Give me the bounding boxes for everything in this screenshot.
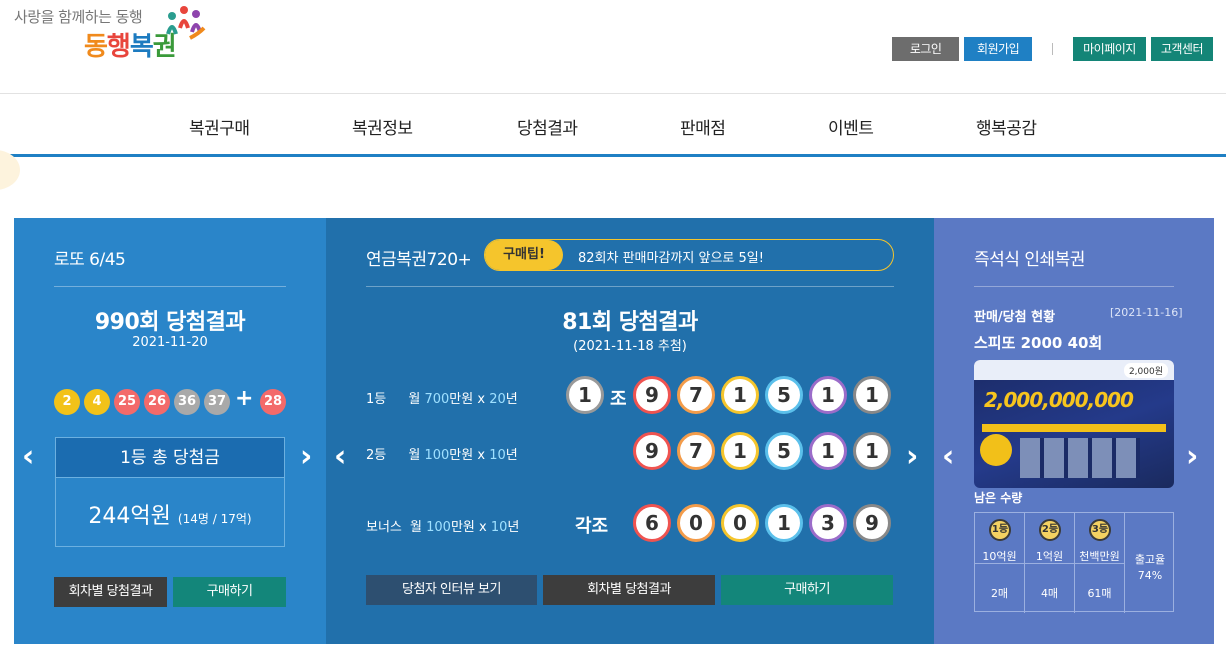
prize-box: 1등 총 당첨금 244억원 (14명 / 17억) [55, 437, 285, 547]
pension-panel: 연금복권720+ 구매팁! 82회차 판매마감까지 앞으로 5일! 81회 당첨… [326, 218, 934, 644]
prize-amount: 244억원 [88, 504, 171, 529]
pension-ball: 1 [809, 432, 847, 470]
ticket-image[interactable]: 2,000원 2,000,000,000 [974, 360, 1174, 488]
lotto-results-button[interactable]: 회차별 당첨결과 [54, 577, 167, 607]
lotto-ball: 37 [204, 389, 230, 415]
rank-row-bonus: 보너스 월 100만원 x 10년 [366, 520, 520, 535]
prize-value: 244억원 (14명 / 17억) [56, 478, 284, 530]
pension-ball: 3 [809, 504, 847, 542]
next-arrow-icon[interactable]: › [300, 442, 312, 472]
prev-arrow-icon[interactable]: ‹ [334, 442, 346, 472]
top-utility-menu: 로그인 회원가입 마이페이지 고객센터 [892, 37, 1213, 61]
pension-ball: 9 [633, 432, 671, 470]
draw-date: (2021-11-18 추첨) [573, 339, 687, 354]
pension-results-button[interactable]: 회차별 당첨결과 [543, 575, 715, 605]
remaining-label: 남은 수량 [974, 491, 1023, 505]
tip-label: 구매팁! [485, 240, 563, 270]
panel-title: 연금복권720+ [366, 250, 472, 270]
prize-col-3: 3등 천백만원 61매 [1075, 513, 1125, 613]
purchase-tip: 구매팁! 82회차 판매마감까지 앞으로 5일! [484, 239, 894, 271]
bonus-ball: 28 [260, 389, 286, 415]
nav-results[interactable]: 당첨결과 [517, 114, 578, 139]
lotto-buy-button[interactable]: 구매하기 [173, 577, 286, 607]
nav-events[interactable]: 이벤트 [828, 114, 874, 139]
pension-ball: 9 [853, 504, 891, 542]
pension-ball: 1 [853, 376, 891, 414]
release-label: 출고율 [1134, 553, 1166, 566]
nav-buy[interactable]: 복권구매 [189, 114, 250, 139]
divider [974, 286, 1174, 287]
pension-ball: 1 [809, 376, 847, 414]
login-button[interactable]: 로그인 [892, 37, 960, 61]
group-label: 조 [610, 389, 627, 410]
pension-ball: 9 [633, 376, 671, 414]
instant-panel: 즉석식 인쇄복권 판매/당첨 현황 [2021-11-16] 스피또 2000 … [934, 218, 1214, 644]
rank-row-2: 2등 월 100만원 x 10년 [366, 448, 518, 463]
pension-ball: 5 [765, 432, 803, 470]
lotto-ball: 4 [84, 389, 110, 415]
rank-row-1: 1등 월 700만원 x 20년 [366, 392, 518, 407]
pension-ball: 0 [677, 504, 715, 542]
remaining-table: 1등 10억원 2매 2등 1억원 4매 3등 천백만원 61매 출고율 74% [974, 512, 1174, 613]
lotto-ball: 36 [174, 389, 200, 415]
pension-ball: 1 [765, 504, 803, 542]
medal-3-icon: 3등 [1089, 519, 1111, 541]
main-nav: 복권구매 복권정보 당첨결과 판매점 이벤트 행복공감 [0, 93, 1226, 157]
prev-arrow-icon[interactable]: ‹ [942, 442, 954, 472]
tip-text: 82회차 판매마감까지 앞으로 5일! [578, 251, 764, 266]
divider [366, 286, 894, 287]
pension-ball: 7 [677, 376, 715, 414]
status-date: [2021-11-16] [1110, 306, 1183, 319]
release-rate: 74% [1137, 569, 1163, 582]
pension-ball: 0 [721, 504, 759, 542]
lotto-ball: 25 [114, 389, 140, 415]
pension-ball: 6 [633, 504, 671, 542]
ticket-price: 2,000원 [1123, 363, 1168, 378]
group-ball: 1 [566, 376, 604, 414]
panel-title: 즉석식 인쇄복권 [974, 250, 1085, 270]
round-title: 81회 당첨결과 [562, 310, 698, 335]
medal-2-icon: 2등 [1039, 519, 1061, 541]
prize-label: 1등 총 당첨금 [56, 438, 284, 478]
prize-col-2: 2등 1억원 4매 [1025, 513, 1075, 613]
pension-ball: 1 [721, 376, 759, 414]
pension-ball: 1 [721, 432, 759, 470]
medal-1-icon: 1등 [989, 519, 1011, 541]
join-button[interactable]: 회원가입 [964, 37, 1033, 61]
lotto-ball: 26 [144, 389, 170, 415]
divider [1052, 43, 1054, 55]
bonus-prefix: 각조 [575, 516, 609, 537]
lotto-ball: 2 [54, 389, 80, 415]
divider [54, 286, 286, 287]
nav-happiness[interactable]: 행복공감 [976, 114, 1037, 139]
pension-ball: 1 [853, 432, 891, 470]
plus-sign: + [235, 386, 254, 411]
tagline: 사랑을 함께하는 동행 [14, 8, 143, 26]
nav-info[interactable]: 복권정보 [352, 114, 413, 139]
panel-title: 로또 6/45 [54, 250, 126, 270]
site-header: 사랑을 함께하는 동행 동행복권 로그인 회원가입 마이페이지 고객센터 [0, 0, 1226, 93]
pension-buy-button[interactable]: 구매하기 [721, 575, 893, 605]
draw-date: 2021-11-20 [132, 335, 208, 350]
round-title: 990회 당첨결과 [94, 310, 246, 335]
status-label: 판매/당첨 현황 [974, 310, 1056, 325]
mypage-button[interactable]: 마이페이지 [1073, 37, 1146, 61]
pension-ball: 7 [677, 432, 715, 470]
interview-button[interactable]: 당첨자 인터뷰 보기 [366, 575, 537, 605]
prize-col-1: 1등 10억원 2매 [975, 513, 1025, 613]
prev-arrow-icon[interactable]: ‹ [22, 442, 34, 472]
lotto-panel: 로또 6/45 990회 당첨결과 2021-11-20 2 4 25 26 3… [14, 218, 326, 644]
next-arrow-icon[interactable]: › [1186, 442, 1198, 472]
prize-detail: (14명 / 17억) [177, 512, 252, 526]
next-arrow-icon[interactable]: › [906, 442, 918, 472]
product-name: 스피또 2000 40회 [974, 334, 1103, 352]
support-button[interactable]: 고객센터 [1150, 37, 1213, 61]
pension-ball: 5 [765, 376, 803, 414]
ticket-amount: 2,000,000,000 [984, 388, 1134, 412]
logo-figures-icon [166, 6, 206, 40]
nav-stores[interactable]: 판매점 [680, 114, 726, 139]
